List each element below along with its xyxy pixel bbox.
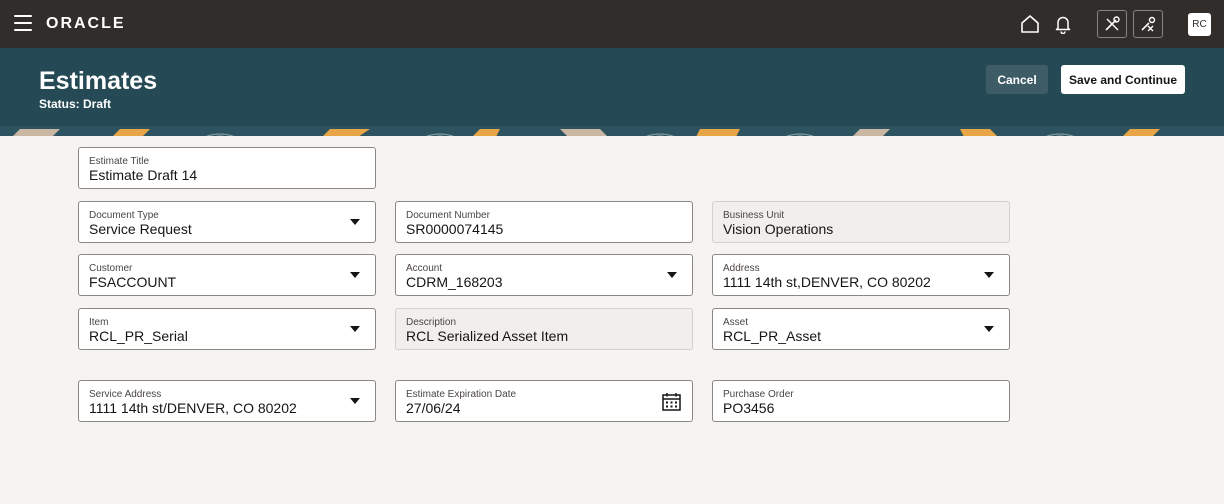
- account-select[interactable]: Account CDRM_168203: [395, 254, 693, 296]
- page-header: Estimates Status: Draft Cancel Save and …: [0, 48, 1224, 126]
- field-value: Service Request: [89, 221, 192, 237]
- technician-off-icon[interactable]: [1133, 10, 1163, 38]
- field-value: 27/06/24: [406, 400, 461, 416]
- technician-icon[interactable]: [1097, 10, 1127, 38]
- document-number-field[interactable]: Document Number SR0000074145: [395, 201, 693, 243]
- field-value: SR0000074145: [406, 221, 504, 237]
- chevron-down-icon[interactable]: [350, 219, 360, 225]
- estimate-title-field[interactable]: Estimate Title Estimate Draft 14: [78, 147, 376, 189]
- decorative-banner: [0, 126, 1224, 136]
- chevron-down-icon[interactable]: [667, 272, 677, 278]
- address-select[interactable]: Address 1111 14th st,DENVER, CO 80202: [712, 254, 1010, 296]
- avatar[interactable]: RC: [1188, 13, 1211, 36]
- field-value: 1111 14th st/DENVER, CO 80202: [89, 400, 297, 416]
- field-value: RCL Serialized Asset Item: [406, 328, 569, 344]
- asset-select[interactable]: Asset RCL_PR_Asset: [712, 308, 1010, 350]
- field-value: FSACCOUNT: [89, 274, 177, 290]
- save-and-continue-button[interactable]: Save and Continue: [1061, 65, 1185, 94]
- status-text: Status: Draft: [39, 97, 112, 111]
- service-address-select[interactable]: Service Address 1111 14th st/DENVER, CO …: [78, 380, 376, 422]
- chevron-down-icon[interactable]: [984, 326, 994, 332]
- top-bar: ORACLE RC: [0, 0, 1224, 48]
- bell-icon[interactable]: [1051, 12, 1075, 36]
- field-value: RCL_PR_Asset: [723, 328, 822, 344]
- chevron-down-icon[interactable]: [350, 272, 360, 278]
- chevron-down-icon[interactable]: [350, 326, 360, 332]
- field-value: 1111 14th st,DENVER, CO 80202: [723, 274, 931, 290]
- description-field: Description RCL Serialized Asset Item: [395, 308, 693, 350]
- item-select[interactable]: Item RCL_PR_Serial: [78, 308, 376, 350]
- business-unit-field: Business Unit Vision Operations: [712, 201, 1010, 243]
- field-value: PO3456: [723, 400, 775, 416]
- field-value: Vision Operations: [723, 221, 834, 237]
- chevron-down-icon[interactable]: [984, 272, 994, 278]
- customer-select[interactable]: Customer FSACCOUNT: [78, 254, 376, 296]
- chevron-down-icon[interactable]: [350, 398, 360, 404]
- oracle-logo: ORACLE: [46, 15, 126, 32]
- field-value: CDRM_168203: [406, 274, 503, 290]
- purchase-order-field[interactable]: Purchase Order PO3456: [712, 380, 1010, 422]
- document-type-select[interactable]: Document Type Service Request: [78, 201, 376, 243]
- home-icon[interactable]: [1018, 12, 1042, 36]
- field-value: RCL_PR_Serial: [89, 328, 188, 344]
- menu-icon[interactable]: [14, 15, 32, 31]
- cancel-button[interactable]: Cancel: [986, 65, 1048, 94]
- expiration-date-field[interactable]: Estimate Expiration Date 27/06/24: [395, 380, 693, 422]
- page-title: Estimates: [39, 67, 158, 95]
- field-value: Estimate Draft 14: [89, 167, 198, 183]
- calendar-icon[interactable]: [662, 392, 681, 411]
